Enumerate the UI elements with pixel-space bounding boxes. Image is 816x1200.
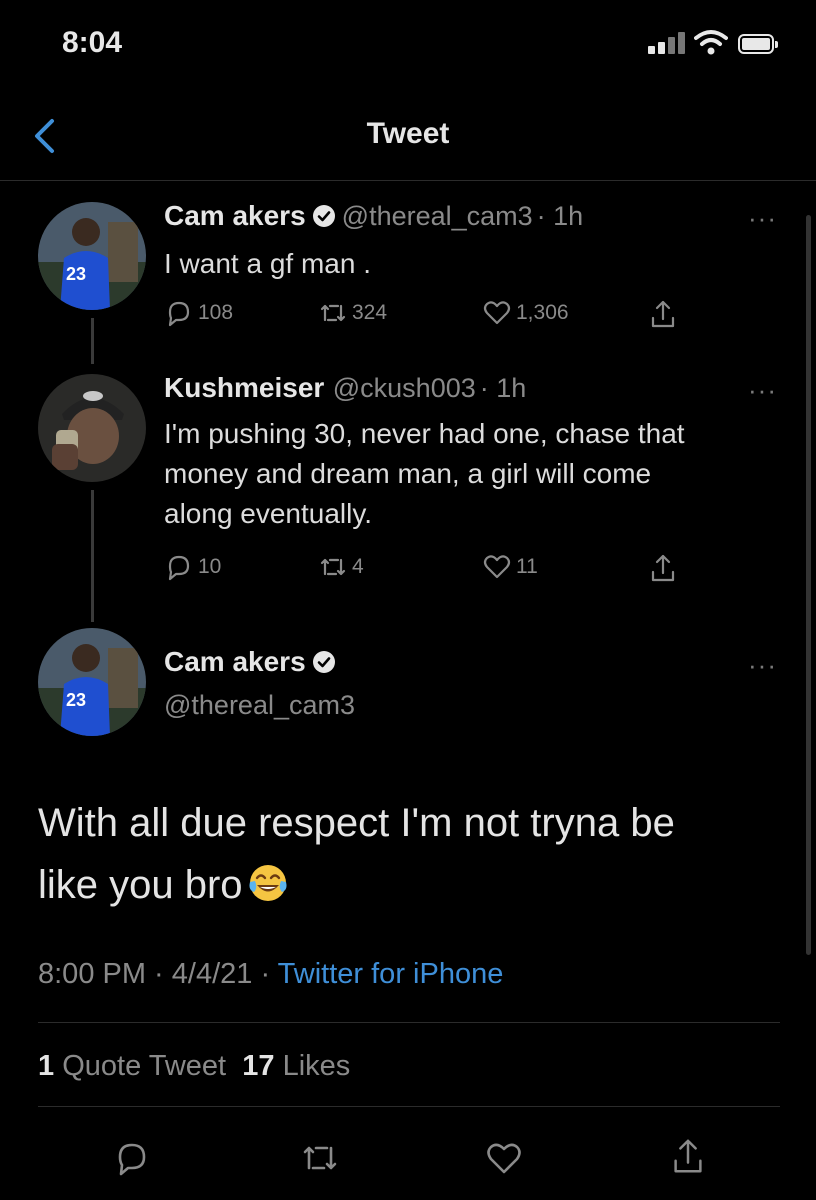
share-icon[interactable] xyxy=(648,552,678,584)
thread-line xyxy=(91,318,94,364)
stats-divider-bottom xyxy=(38,1106,780,1107)
author-handle[interactable]: @ckush003 xyxy=(333,373,476,403)
heart-icon[interactable] xyxy=(484,1138,524,1178)
reply-count: 108 xyxy=(198,301,234,324)
heart-icon xyxy=(483,301,511,325)
verified-badge-icon xyxy=(312,651,335,673)
like-button[interactable]: 1,306 xyxy=(482,298,569,328)
tweet-date: 4/4/21 xyxy=(171,958,253,990)
author-handle[interactable]: @thereal_cam3 xyxy=(164,690,355,721)
tweet-time: 8:00 PM xyxy=(38,958,146,990)
retweet-icon[interactable] xyxy=(300,1138,340,1178)
author-name[interactable]: Kushmeiser xyxy=(164,372,324,403)
battery-icon xyxy=(738,34,778,54)
header-divider xyxy=(0,180,816,181)
face-with-tears-of-joy-icon xyxy=(249,865,287,901)
quote-label: Quote Tweet xyxy=(62,1050,227,1082)
likes-link[interactable]: 17 Likes xyxy=(242,1050,350,1082)
retweet-icon xyxy=(320,558,346,576)
tweet-age: · 1h xyxy=(536,201,584,231)
tweet-text: With all due respect I'm not tryna be li… xyxy=(38,792,778,916)
tweet-text-line: money and dream man, a girl will come xyxy=(164,458,652,489)
player-photo-icon: 23 xyxy=(38,202,146,310)
like-count: 1,306 xyxy=(516,301,569,324)
retweet-button[interactable]: 4 xyxy=(318,552,364,582)
retweet-icon xyxy=(320,304,346,322)
like-button[interactable]: 11 xyxy=(482,552,538,582)
retweet-count: 324 xyxy=(352,301,388,324)
scrollbar[interactable] xyxy=(806,215,811,955)
page-title: Tweet xyxy=(366,117,450,150)
svg-text:23: 23 xyxy=(66,264,86,284)
tweet-text-line: I'm pushing 30, never had one, chase tha… xyxy=(164,418,685,449)
more-options-icon[interactable]: ··· xyxy=(748,203,777,234)
engagement-stats: 1 Quote Tweet 17 Likes xyxy=(38,1050,350,1083)
tweet-text-line: With all due respect I'm not tryna be xyxy=(38,801,675,845)
reply-button[interactable]: 108 xyxy=(164,298,233,328)
retweet-count: 4 xyxy=(352,555,364,578)
reply-button[interactable]: 10 xyxy=(164,552,221,582)
tweet-text: I'm pushing 30, never had one, chase tha… xyxy=(164,414,784,534)
reply-icon xyxy=(168,555,190,581)
tweet-timestamp: 8:00 PM · 4/4/21 · Twitter for iPhone xyxy=(38,958,504,990)
tweet-text: I want a gf man . xyxy=(164,248,371,279)
retweet-button[interactable]: 324 xyxy=(318,298,387,328)
tweet-source-link[interactable]: Twitter for iPhone xyxy=(278,958,504,990)
verified-badge-icon xyxy=(312,205,335,227)
avatar[interactable]: 23 xyxy=(38,202,146,310)
likes-count: 17 xyxy=(242,1050,275,1082)
tweet-text-line: like you bro xyxy=(38,854,778,916)
svg-text:23: 23 xyxy=(66,690,86,710)
author-name[interactable]: Cam akers xyxy=(164,646,306,677)
wifi-icon xyxy=(694,30,728,55)
cellular-signal-icon xyxy=(648,30,688,54)
reply-icon[interactable] xyxy=(112,1138,152,1178)
more-options-icon[interactable]: ··· xyxy=(748,375,777,406)
share-icon[interactable] xyxy=(668,1136,708,1176)
tweet-age: · 1h xyxy=(479,373,527,403)
status-time: 8:04 xyxy=(62,26,123,59)
heart-icon xyxy=(483,555,511,579)
tweet-text-line: along eventually. xyxy=(164,498,373,529)
avatar[interactable] xyxy=(38,374,146,482)
like-count: 11 xyxy=(516,555,538,578)
player-photo-icon: 23 xyxy=(38,628,146,736)
quote-tweets-link[interactable]: 1 Quote Tweet xyxy=(38,1050,226,1082)
avatar[interactable]: 23 xyxy=(38,628,146,736)
thread-line xyxy=(91,490,94,622)
author-handle[interactable]: @thereal_cam3 xyxy=(342,201,533,231)
quote-count: 1 xyxy=(38,1050,55,1082)
author-name[interactable]: Cam akers xyxy=(164,200,306,231)
user-photo-icon xyxy=(38,374,146,482)
stats-divider-top xyxy=(38,1022,780,1023)
reply-count: 10 xyxy=(198,555,222,578)
tweet-text-segment: like you bro xyxy=(38,863,243,907)
more-options-icon[interactable]: ··· xyxy=(748,650,777,681)
likes-label: Likes xyxy=(282,1050,351,1082)
share-icon[interactable] xyxy=(648,298,678,330)
reply-icon xyxy=(168,301,190,327)
